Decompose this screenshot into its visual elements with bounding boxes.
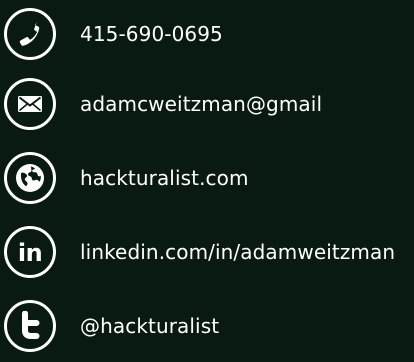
- website-text: hackturalist.com: [80, 166, 249, 190]
- contact-row-phone[interactable]: 415-690-0695: [0, 4, 414, 64]
- globe-icon: [4, 152, 56, 204]
- contact-row-website[interactable]: hackturalist.com: [0, 148, 414, 208]
- contact-row-twitter[interactable]: @hackturalist: [0, 296, 414, 356]
- envelope-icon: [4, 78, 56, 130]
- twitter-handle-text: @hackturalist: [80, 314, 220, 338]
- twitter-icon: [4, 300, 56, 352]
- linkedin-glyph: in: [17, 238, 43, 267]
- contact-row-email[interactable]: adamcweitzman@gmail: [0, 74, 414, 134]
- phone-icon: [4, 8, 56, 60]
- linkedin-url-text: linkedin.com/in/adamweitzman: [80, 240, 396, 264]
- linkedin-icon: in: [4, 226, 56, 278]
- contact-row-linkedin[interactable]: in linkedin.com/in/adamweitzman: [0, 222, 414, 282]
- phone-number-text: 415-690-0695: [80, 22, 223, 46]
- email-address-text: adamcweitzman@gmail: [80, 92, 323, 116]
